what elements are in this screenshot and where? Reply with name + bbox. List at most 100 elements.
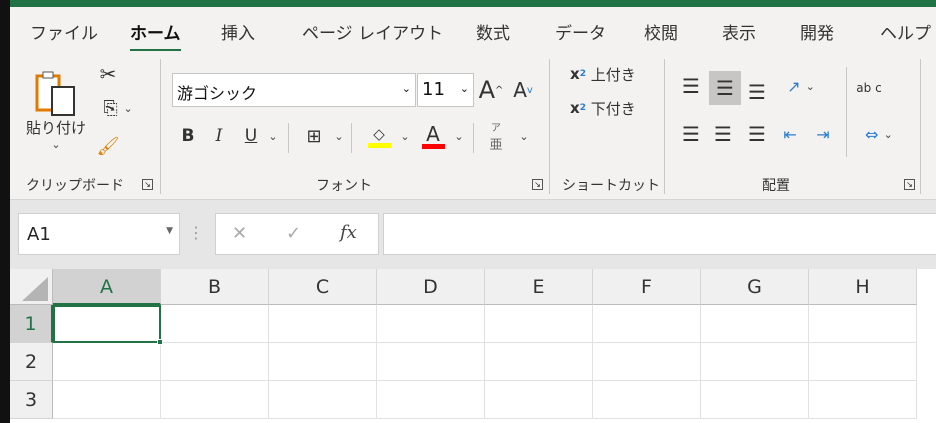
borders-button[interactable]: ⊞ — [302, 121, 326, 151]
ribbon-tabs: ファイル ホーム 挿入 ページ レイアウト 数式 データ 校閲 表示 開発 ヘル… — [10, 7, 936, 52]
paste-button[interactable]: 貼り付け ⌄ — [24, 63, 88, 158]
cell-C2[interactable] — [269, 343, 377, 381]
row-header-2[interactable]: 2 — [10, 343, 53, 381]
divider — [473, 123, 474, 153]
font-color-chevron-icon[interactable]: ⌄ — [452, 121, 466, 151]
alignment-group-label: 配置 — [762, 178, 790, 194]
top-align-button[interactable]: ☰ — [678, 71, 704, 101]
tab-developer[interactable]: 開発 — [800, 19, 834, 44]
enter-button[interactable]: ✓ — [286, 223, 301, 244]
cell-B3[interactable] — [161, 381, 269, 419]
cell-H3[interactable] — [809, 381, 917, 419]
superscript-button[interactable]: x2 上付き — [570, 61, 650, 87]
fill-handle[interactable] — [157, 339, 163, 345]
drag-handle-icon[interactable]: ⋮ — [188, 223, 204, 242]
cell-G1[interactable] — [701, 305, 809, 343]
italic-button[interactable]: I — [209, 121, 229, 151]
cell-H2[interactable] — [809, 343, 917, 381]
middle-align-button[interactable]: ☰ — [709, 71, 741, 105]
tab-page-layout[interactable]: ページ レイアウト — [302, 19, 443, 44]
fill-color-chevron-icon[interactable]: ⌄ — [398, 121, 412, 151]
merge-center-button[interactable]: ⇔ ⌄ — [856, 119, 902, 149]
cell-H1[interactable] — [809, 305, 917, 343]
cell-E2[interactable] — [485, 343, 593, 381]
row-header-3[interactable]: 3 — [10, 381, 53, 419]
cell-G2[interactable] — [701, 343, 809, 381]
cell-A2[interactable] — [53, 343, 161, 381]
formula-input[interactable] — [383, 213, 936, 255]
tab-help[interactable]: ヘルプ — [880, 19, 931, 44]
shortcut-group-label: ショートカット — [562, 178, 660, 194]
chevron-down-icon: ▼ — [166, 226, 173, 236]
column-header-b[interactable]: B — [161, 269, 269, 305]
cell-A3[interactable] — [53, 381, 161, 419]
column-header-h[interactable]: H — [809, 269, 917, 305]
column-header-d[interactable]: D — [377, 269, 485, 305]
phonetic-button[interactable]: ア亜 — [486, 119, 506, 153]
tab-insert[interactable]: 挿入 — [221, 19, 255, 44]
select-all-button[interactable] — [10, 269, 53, 305]
align-right-button[interactable]: ☰ — [744, 119, 770, 149]
grow-font-button[interactable]: A ^ — [478, 73, 504, 107]
name-box[interactable]: A1 ▼ — [18, 213, 180, 255]
cell-B2[interactable] — [161, 343, 269, 381]
cancel-button[interactable]: ✕ — [232, 223, 247, 244]
superscript-icon: x — [570, 65, 580, 83]
decrease-indent-button[interactable]: ⇤ — [777, 119, 803, 149]
cell-F3[interactable] — [593, 381, 701, 419]
borders-dropdown-chevron-icon[interactable]: ⌄ — [332, 121, 346, 151]
divider — [160, 59, 161, 194]
bold-button[interactable]: B — [178, 121, 198, 151]
cell-B1[interactable] — [161, 305, 269, 343]
tab-data[interactable]: データ — [555, 19, 606, 44]
cell-C3[interactable] — [269, 381, 377, 419]
orientation-button[interactable]: ↗ ⌄ — [778, 71, 824, 101]
tab-review[interactable]: 校閲 — [644, 19, 678, 44]
merge-center-icon: ⇔ — [865, 124, 879, 144]
increase-indent-button[interactable]: ⇥ — [810, 119, 836, 149]
cell-G3[interactable] — [701, 381, 809, 419]
align-center-button[interactable]: ☰ — [710, 119, 736, 149]
column-header-a[interactable]: A — [53, 269, 161, 305]
tab-view[interactable]: 表示 — [722, 19, 756, 44]
underline-dropdown-chevron-icon[interactable]: ⌄ — [266, 121, 280, 151]
cell-E3[interactable] — [485, 381, 593, 419]
font-color-button[interactable]: A — [420, 121, 446, 151]
tab-formulas[interactable]: 数式 — [476, 19, 510, 44]
column-header-c[interactable]: C — [269, 269, 377, 305]
fill-color-button[interactable]: ◇ — [366, 121, 392, 151]
cut-button[interactable]: ✂ — [96, 61, 120, 87]
format-painter-button[interactable]: 🖌 — [96, 133, 120, 159]
align-left-button[interactable]: ☰ — [678, 119, 704, 149]
font-launcher-icon[interactable]: ↘ — [532, 179, 543, 190]
cell-D3[interactable] — [377, 381, 485, 419]
font-size-select[interactable]: 11 ⌄ — [417, 73, 474, 107]
shrink-font-button[interactable]: Av — [510, 73, 536, 107]
bottom-align-button[interactable]: ☰ — [744, 77, 770, 107]
tab-home[interactable]: ホーム — [130, 19, 181, 52]
cell-C1[interactable] — [269, 305, 377, 343]
align-center-icon: ☰ — [714, 122, 732, 146]
clipboard-launcher-icon[interactable]: ↘ — [142, 179, 153, 190]
cell-F1[interactable] — [593, 305, 701, 343]
wrap-text-button[interactable]: ab c — [856, 71, 882, 105]
column-header-e[interactable]: E — [485, 269, 593, 305]
font-name-select[interactable]: 游ゴシック ⌄ — [172, 73, 416, 107]
row-header-1[interactable]: 1 — [10, 305, 53, 343]
cell-A1[interactable] — [53, 305, 163, 345]
copy-button[interactable]: ⎘ ⌄ — [94, 95, 142, 121]
column-header-g[interactable]: G — [701, 269, 809, 305]
paste-label: 貼り付け — [25, 118, 86, 137]
cell-D1[interactable] — [377, 305, 485, 343]
cell-D2[interactable] — [377, 343, 485, 381]
cell-F2[interactable] — [593, 343, 701, 381]
subscript-button[interactable]: x2 下付き — [570, 95, 650, 121]
column-header-f[interactable]: F — [593, 269, 701, 305]
phonetic-chevron-icon[interactable]: ⌄ — [517, 121, 531, 151]
alignment-launcher-icon[interactable]: ↘ — [904, 179, 915, 190]
cell-E1[interactable] — [485, 305, 593, 343]
formula-bar-area: A1 ▼ ⋮ ✕ ✓ fx — [10, 201, 936, 269]
tab-file[interactable]: ファイル — [30, 19, 98, 44]
underline-button[interactable]: U — [240, 121, 262, 151]
insert-function-button[interactable]: fx — [340, 222, 357, 243]
